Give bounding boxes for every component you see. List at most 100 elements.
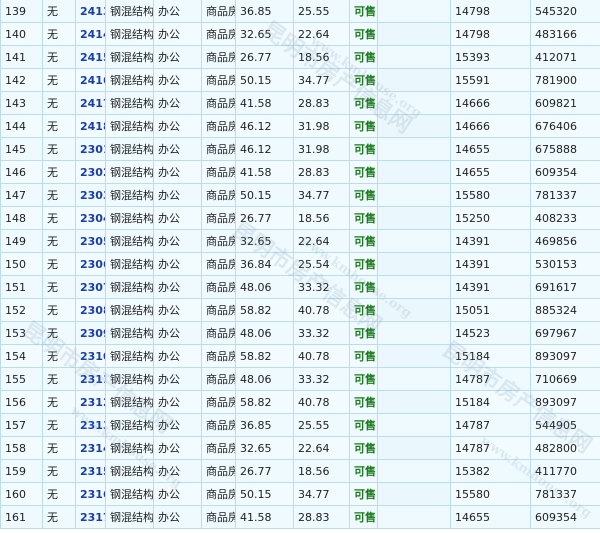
total-price-cell: 609354: [530, 505, 600, 529]
usage-cell: 办公: [153, 459, 202, 483]
sale-status-cell: 可售: [349, 505, 378, 529]
unit-price-cell: 14391: [450, 275, 531, 299]
total-price-cell: 893097: [530, 344, 600, 368]
room-number-cell: 2309: [75, 321, 106, 345]
building-area-cell: 26.77: [235, 459, 294, 483]
inner-area-cell: 22.64: [293, 436, 350, 460]
unit-price-cell: 14787: [450, 367, 531, 391]
building-area-cell: 50.15: [235, 482, 294, 506]
usage-cell: 办公: [153, 344, 202, 368]
building-area-cell: 41.58: [235, 160, 294, 184]
table-row: 144无2418钢混结构办公商品房46.1231.98可售 14666676406: [0, 114, 600, 138]
spacer-cell: [377, 505, 451, 529]
flag-cell: 无: [42, 0, 76, 23]
row-number-cell: 153: [0, 321, 43, 345]
table-row: 158无2314钢混结构办公商品房32.6522.64可售 14787482800: [0, 436, 600, 460]
structure-cell: 钢混结构: [105, 436, 154, 460]
sale-status-cell: 可售: [349, 45, 378, 69]
row-number-cell: 139: [0, 0, 43, 23]
house-type-cell: 商品房: [201, 137, 236, 161]
house-type-cell: 商品房: [201, 229, 236, 253]
house-type-cell: 商品房: [201, 390, 236, 414]
building-area-cell: 32.65: [235, 22, 294, 46]
usage-cell: 办公: [153, 0, 202, 23]
inner-area-cell: 33.32: [293, 321, 350, 345]
inner-area-cell: 25.55: [293, 413, 350, 437]
unit-price-cell: 14787: [450, 436, 531, 460]
table-row: 145无2301钢混结构办公商品房46.1231.98可售 14655675888: [0, 137, 600, 161]
inner-area-cell: 31.98: [293, 114, 350, 138]
table-row: 159无2315钢混结构办公商品房26.7718.56可售 15382411770: [0, 459, 600, 483]
row-number-cell: 161: [0, 505, 43, 529]
flag-cell: 无: [42, 229, 76, 253]
structure-cell: 钢混结构: [105, 206, 154, 230]
building-area-cell: 26.77: [235, 206, 294, 230]
row-number-cell: 149: [0, 229, 43, 253]
spacer-cell: [377, 114, 451, 138]
spacer-cell: [377, 344, 451, 368]
spacer-cell: [377, 413, 451, 437]
table-row: 150无2306钢混结构办公商品房36.8425.54可售 14391530153: [0, 252, 600, 276]
room-number-cell: 2310: [75, 344, 106, 368]
table-row: 146无2302钢混结构办公商品房41.5828.83可售 14655609354: [0, 160, 600, 184]
flag-cell: 无: [42, 413, 76, 437]
room-number-cell: 2317: [75, 505, 106, 529]
unit-price-cell: 15580: [450, 482, 531, 506]
structure-cell: 钢混结构: [105, 482, 154, 506]
usage-cell: 办公: [153, 160, 202, 184]
table-row: 141无2415钢混结构办公商品房26.7718.56可售 15393412071: [0, 45, 600, 69]
spacer-cell: [377, 436, 451, 460]
house-type-cell: 商品房: [201, 114, 236, 138]
usage-cell: 办公: [153, 390, 202, 414]
row-number-cell: 147: [0, 183, 43, 207]
building-area-cell: 32.65: [235, 229, 294, 253]
building-area-cell: 36.84: [235, 252, 294, 276]
inner-area-cell: 22.64: [293, 22, 350, 46]
inner-area-cell: 33.32: [293, 275, 350, 299]
spacer-cell: [377, 68, 451, 92]
sale-status-cell: 可售: [349, 321, 378, 345]
flag-cell: 无: [42, 390, 76, 414]
sale-status-cell: 可售: [349, 68, 378, 92]
row-number-cell: 141: [0, 45, 43, 69]
total-price-cell: 675888: [530, 137, 600, 161]
structure-cell: 钢混结构: [105, 344, 154, 368]
row-number-cell: 140: [0, 22, 43, 46]
flag-cell: 无: [42, 183, 76, 207]
flag-cell: 无: [42, 344, 76, 368]
inner-area-cell: 25.55: [293, 0, 350, 23]
sale-status-cell: 可售: [349, 344, 378, 368]
flag-cell: 无: [42, 114, 76, 138]
total-price-cell: 781337: [530, 183, 600, 207]
spacer-cell: [377, 0, 451, 23]
sale-status-cell: 可售: [349, 114, 378, 138]
room-number-cell: 2302: [75, 160, 106, 184]
total-price-cell: 530153: [530, 252, 600, 276]
row-number-cell: 152: [0, 298, 43, 322]
table-row: 151无2307钢混结构办公商品房48.0633.32可售 14391691617: [0, 275, 600, 299]
sale-status-cell: 可售: [349, 459, 378, 483]
sale-status-cell: 可售: [349, 0, 378, 23]
total-price-cell: 482800: [530, 436, 600, 460]
house-type-cell: 商品房: [201, 298, 236, 322]
unit-price-cell: 14655: [450, 505, 531, 529]
total-price-cell: 781900: [530, 68, 600, 92]
unit-price-cell: 14787: [450, 413, 531, 437]
spacer-cell: [377, 390, 451, 414]
flag-cell: 无: [42, 160, 76, 184]
spacer-cell: [377, 482, 451, 506]
usage-cell: 办公: [153, 321, 202, 345]
sale-status-cell: 可售: [349, 91, 378, 115]
house-type-cell: 商品房: [201, 367, 236, 391]
flag-cell: 无: [42, 91, 76, 115]
sale-status-cell: 可售: [349, 183, 378, 207]
sale-status-cell: 可售: [349, 206, 378, 230]
spacer-cell: [377, 137, 451, 161]
total-price-cell: 893097: [530, 390, 600, 414]
building-area-cell: 58.82: [235, 298, 294, 322]
total-price-cell: 710669: [530, 367, 600, 391]
total-price-cell: 412071: [530, 45, 600, 69]
flag-cell: 无: [42, 45, 76, 69]
table-row: 139无2413钢混结构办公商品房36.8525.55可售 14798545320: [0, 0, 600, 23]
table-row: 156无2312钢混结构办公商品房58.8240.78可售 15184893097: [0, 390, 600, 414]
